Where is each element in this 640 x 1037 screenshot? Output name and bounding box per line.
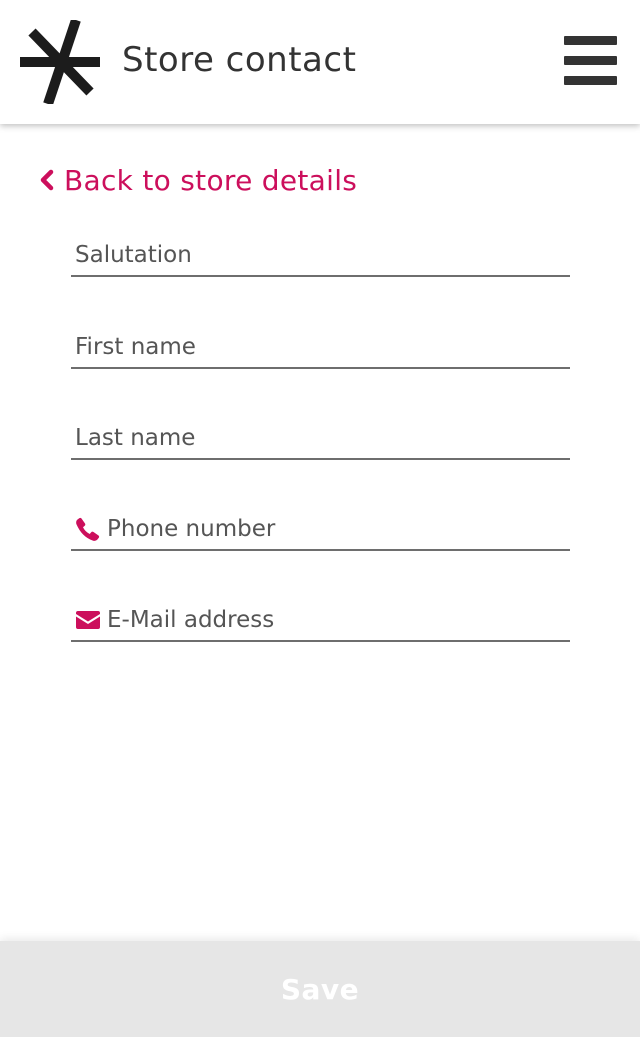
hamburger-menu-icon	[564, 76, 617, 85]
store-contact-screen: Store contact Back to store details Salu…	[0, 0, 640, 1037]
hamburger-menu-button[interactable]	[560, 34, 620, 86]
page-title: Store contact	[122, 40, 357, 80]
email-address-placeholder: E-Mail address	[107, 607, 275, 633]
salutation-field[interactable]: Salutation	[71, 235, 570, 277]
first-name-placeholder: First name	[75, 334, 196, 360]
hamburger-menu-icon	[564, 36, 617, 45]
phone-icon	[76, 517, 100, 541]
envelope-icon	[76, 611, 100, 629]
back-to-store-details-link[interactable]: Back to store details	[38, 160, 357, 200]
first-name-field[interactable]: First name	[71, 327, 570, 369]
app-header: Store contact	[0, 0, 640, 124]
email-address-field[interactable]: E-Mail address	[71, 600, 570, 642]
save-button[interactable]: Save	[0, 941, 640, 1037]
asterisk-logo-icon	[20, 20, 100, 104]
back-link-label: Back to store details	[64, 163, 358, 197]
phone-number-field[interactable]: Phone number	[71, 509, 570, 551]
chevron-left-icon	[40, 169, 54, 191]
salutation-placeholder: Salutation	[75, 242, 192, 268]
last-name-placeholder: Last name	[75, 425, 196, 451]
phone-number-placeholder: Phone number	[107, 516, 276, 542]
last-name-field[interactable]: Last name	[71, 418, 570, 460]
save-button-label: Save	[280, 972, 360, 1006]
hamburger-menu-icon	[564, 56, 617, 65]
